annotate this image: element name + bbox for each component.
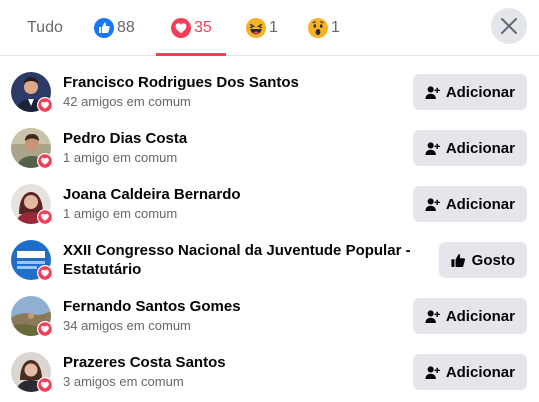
tab-like[interactable]: 88 xyxy=(94,0,135,55)
add-friend-label: Adicionar xyxy=(445,139,515,157)
tab-haha[interactable]: 1 xyxy=(246,0,278,55)
list-item: Francisco Rodrigues Dos Santos 42 amigos… xyxy=(0,72,539,128)
person-name[interactable]: Fernando Santos Gomes xyxy=(63,297,413,316)
haha-count: 1 xyxy=(269,18,278,36)
add-friend-icon xyxy=(425,141,440,155)
love-reaction-icon xyxy=(171,17,191,38)
avatar[interactable] xyxy=(11,184,53,225)
like-page-button[interactable]: Gosto xyxy=(439,242,527,278)
page-name[interactable]: XXII Congresso Nacional da Juventude Pop… xyxy=(63,241,428,279)
tab-all-label: Tudo xyxy=(27,18,63,36)
avatar[interactable] xyxy=(11,128,53,169)
like-page-label: Gosto xyxy=(471,251,515,269)
wow-count: 1 xyxy=(331,18,340,36)
love-badge-icon xyxy=(37,321,53,337)
close-button[interactable] xyxy=(491,8,527,44)
love-badge-icon xyxy=(37,377,53,393)
person-name[interactable]: Francisco Rodrigues Dos Santos xyxy=(63,73,413,92)
list-item: Joana Caldeira Bernardo 1 amigo em comum… xyxy=(0,184,539,240)
love-badge-icon xyxy=(37,265,53,281)
mutual-friends: 42 amigos em comum xyxy=(63,94,191,109)
avatar[interactable] xyxy=(11,240,53,281)
close-icon xyxy=(501,18,517,34)
add-friend-icon xyxy=(425,309,440,323)
like-count: 88 xyxy=(117,18,135,36)
mutual-friends: 34 amigos em comum xyxy=(63,318,191,333)
like-reaction-icon xyxy=(94,17,114,38)
wow-reaction-icon xyxy=(308,17,328,38)
add-friend-icon xyxy=(425,85,440,99)
tab-wow[interactable]: 1 xyxy=(308,0,340,55)
add-friend-button[interactable]: Adicionar xyxy=(413,354,527,390)
mutual-friends: 1 amigo em comum xyxy=(63,206,178,221)
list-item: Pedro Dias Costa 1 amigo em comum Adicio… xyxy=(0,128,539,184)
tab-all[interactable]: Tudo xyxy=(27,0,63,55)
person-name[interactable]: Prazeres Costa Santos xyxy=(63,353,413,372)
love-badge-icon xyxy=(37,97,53,113)
love-badge-icon xyxy=(37,209,53,225)
reaction-tabs: Tudo 88 35 1 1 xyxy=(0,0,539,56)
add-friend-label: Adicionar xyxy=(445,307,515,325)
love-badge-icon xyxy=(37,153,53,169)
add-friend-button[interactable]: Adicionar xyxy=(413,298,527,334)
add-friend-label: Adicionar xyxy=(445,363,515,381)
add-friend-button[interactable]: Adicionar xyxy=(413,130,527,166)
add-friend-button[interactable]: Adicionar xyxy=(413,186,527,222)
love-count: 35 xyxy=(194,18,212,36)
tab-love[interactable]: 35 xyxy=(156,0,226,56)
add-friend-label: Adicionar xyxy=(445,83,515,101)
add-friend-button[interactable]: Adicionar xyxy=(413,74,527,110)
mutual-friends: 3 amigos em comum xyxy=(63,374,184,389)
thumbs-up-icon xyxy=(451,253,466,267)
avatar[interactable] xyxy=(11,296,53,337)
person-name[interactable]: Joana Caldeira Bernardo xyxy=(63,185,413,204)
add-friend-icon xyxy=(425,197,440,211)
add-friend-icon xyxy=(425,365,440,379)
list-item: Fernando Santos Gomes 34 amigos em comum… xyxy=(0,296,539,352)
haha-reaction-icon xyxy=(246,17,266,38)
avatar[interactable] xyxy=(11,72,53,113)
mutual-friends: 1 amigo em comum xyxy=(63,150,178,165)
avatar[interactable] xyxy=(11,352,53,393)
list-item: XXII Congresso Nacional da Juventude Pop… xyxy=(0,240,539,300)
list-item: Prazeres Costa Santos 3 amigos em comum … xyxy=(0,352,539,402)
person-name[interactable]: Pedro Dias Costa xyxy=(63,129,413,148)
add-friend-label: Adicionar xyxy=(445,195,515,213)
